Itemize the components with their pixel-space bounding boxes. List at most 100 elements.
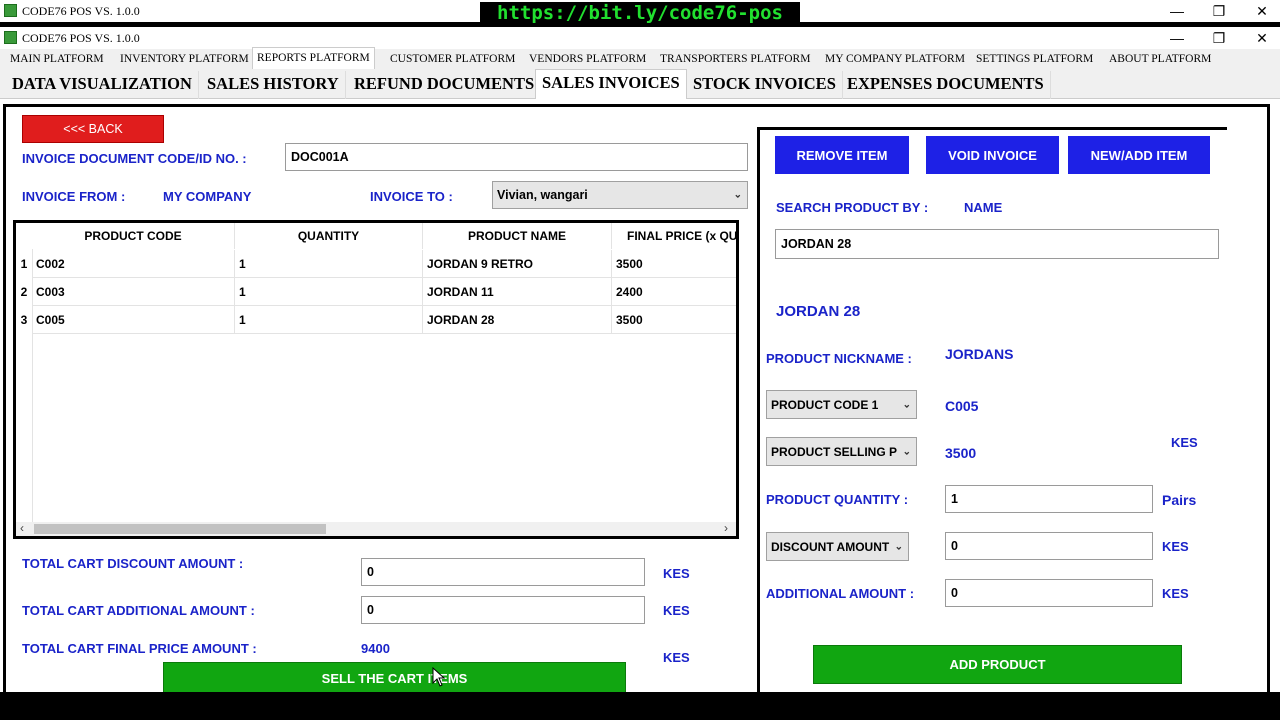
- tab-sales-invoices[interactable]: SALES INVOICES: [535, 69, 687, 99]
- table-cell-name[interactable]: JORDAN 11: [423, 278, 612, 306]
- nickname-label: PRODUCT NICKNAME :: [766, 351, 912, 366]
- discount-amount-field[interactable]: 0: [945, 532, 1153, 560]
- additional-amount-label: ADDITIONAL AMOUNT :: [766, 586, 915, 601]
- row-number: 3: [20, 313, 28, 327]
- menu-transporters-platform[interactable]: TRANSPORTERS PLATFORM: [656, 49, 814, 69]
- platform-menu: MAIN PLATFORM INVENTORY PLATFORM REPORTS…: [0, 47, 1280, 69]
- total-discount-field[interactable]: 0: [361, 558, 645, 586]
- selling-price-select-value: PRODUCT SELLING P: [771, 444, 898, 459]
- title-bar-inner: CODE76 POS VS. 1.0.0 — ❐ ✕: [0, 27, 1280, 49]
- additional-amount-field[interactable]: 0: [945, 579, 1153, 607]
- menu-main-platform[interactable]: MAIN PLATFORM: [6, 49, 108, 69]
- invoice-to-select[interactable]: Vivian, wangari ⌄: [492, 181, 748, 209]
- selling-price-select[interactable]: PRODUCT SELLING P ⌄: [766, 437, 917, 466]
- restore-button[interactable]: ❐: [1204, 2, 1234, 20]
- sell-cart-button[interactable]: SELL THE CART ITEMS: [163, 662, 626, 692]
- discount-amount-select-value: DISCOUNT AMOUNT: [771, 539, 890, 554]
- invoice-to-value: Vivian, wangari: [497, 188, 588, 202]
- total-final-currency: KES: [663, 650, 690, 665]
- tab-expenses-documents[interactable]: EXPENSES DOCUMENTS: [841, 71, 1051, 99]
- product-search-input[interactable]: JORDAN 28: [775, 229, 1219, 259]
- quantity-label: PRODUCT QUANTITY :: [766, 492, 909, 507]
- close-button[interactable]: ✕: [1247, 29, 1277, 47]
- new-item-button[interactable]: NEW/ADD ITEM: [1068, 136, 1210, 174]
- scroll-left-icon[interactable]: ‹: [20, 521, 24, 535]
- remove-item-button[interactable]: REMOVE ITEM: [775, 136, 909, 174]
- cart-table[interactable]: PRODUCT CODE QUANTITY PRODUCT NAME FINAL…: [13, 220, 739, 539]
- product-code-value: C005: [945, 398, 979, 414]
- add-product-button[interactable]: ADD PRODUCT: [813, 645, 1182, 684]
- total-additional-label: TOTAL CART ADDITIONAL AMOUNT :: [22, 603, 255, 618]
- minimize-button[interactable]: —: [1162, 2, 1192, 20]
- tab-refund-documents[interactable]: REFUND DOCUMENTS: [348, 71, 542, 99]
- app-icon: [4, 31, 17, 44]
- search-by-value: NAME: [964, 200, 1003, 215]
- column-header-quantity[interactable]: QUANTITY: [235, 223, 423, 249]
- column-header-final-price[interactable]: FINAL PRICE (x QUAN: [612, 223, 736, 249]
- horizontal-scrollbar[interactable]: ‹ ›: [16, 521, 736, 536]
- content-frame-right: [1267, 104, 1270, 692]
- scrollbar-thumb[interactable]: [34, 524, 326, 534]
- product-code-select[interactable]: PRODUCT CODE 1 ⌄: [766, 390, 917, 419]
- quantity-unit: Pairs: [1162, 492, 1197, 508]
- row-number: 1: [20, 257, 28, 271]
- table-cell-code[interactable]: C005: [32, 306, 235, 334]
- tab-stock-invoices[interactable]: STOCK INVOICES: [687, 71, 843, 99]
- scroll-right-icon[interactable]: ›: [724, 521, 728, 535]
- menu-my-company-platform[interactable]: MY COMPANY PLATFORM: [821, 49, 969, 69]
- content-frame-top: [3, 104, 1270, 107]
- table-cell-price[interactable]: 2400: [612, 278, 736, 306]
- menu-settings-platform[interactable]: SETTINGS PLATFORM: [972, 49, 1097, 69]
- restore-button[interactable]: ❐: [1204, 29, 1234, 47]
- quantity-field[interactable]: 1: [945, 485, 1153, 513]
- table-cell-code[interactable]: C002: [32, 250, 235, 278]
- app-title: CODE76 POS VS. 1.0.0: [22, 4, 140, 18]
- menu-vendors-platform[interactable]: VENDORS PLATFORM: [525, 49, 650, 69]
- selling-price-currency: KES: [1171, 435, 1198, 450]
- content-frame-left: [3, 104, 6, 692]
- invoice-code-label: INVOICE DOCUMENT CODE/ID NO. :: [22, 151, 247, 166]
- nickname-value: JORDANS: [945, 346, 1014, 362]
- search-by-label: SEARCH PRODUCT BY :: [776, 200, 929, 215]
- table-cell-code[interactable]: C003: [32, 278, 235, 306]
- url-banner: https://bit.ly/code76-pos: [480, 2, 800, 24]
- table-cell-name[interactable]: JORDAN 9 RETRO: [423, 250, 612, 278]
- column-header-product-code[interactable]: PRODUCT CODE: [32, 223, 235, 249]
- total-final-label: TOTAL CART FINAL PRICE AMOUNT :: [22, 641, 257, 656]
- table-cell-name[interactable]: JORDAN 28: [423, 306, 612, 334]
- table-cell-quantity[interactable]: 1: [235, 250, 423, 278]
- table-cell-price[interactable]: 3500: [612, 306, 736, 334]
- column-header-product-name[interactable]: PRODUCT NAME: [423, 223, 612, 249]
- tab-data-visualization[interactable]: DATA VISUALIZATION: [6, 71, 199, 99]
- void-invoice-button[interactable]: VOID INVOICE: [926, 136, 1059, 174]
- menu-inventory-platform[interactable]: INVENTORY PLATFORM: [116, 49, 253, 69]
- sub-tabs: DATA VISUALIZATION SALES HISTORY REFUND …: [0, 69, 1280, 99]
- additional-amount-currency: KES: [1162, 586, 1189, 601]
- invoice-to-label: INVOICE TO :: [370, 189, 453, 204]
- minimize-button[interactable]: —: [1162, 29, 1192, 47]
- right-panel-frame-left: [757, 127, 760, 692]
- menu-about-platform[interactable]: ABOUT PLATFORM: [1105, 49, 1215, 69]
- total-additional-field[interactable]: 0: [361, 596, 645, 624]
- back-button[interactable]: <<< BACK: [22, 115, 164, 143]
- total-additional-currency: KES: [663, 603, 690, 618]
- chevron-down-icon: ⌄: [902, 446, 911, 457]
- table-cell-quantity[interactable]: 1: [235, 306, 423, 334]
- discount-amount-select[interactable]: DISCOUNT AMOUNT ⌄: [766, 532, 909, 561]
- total-discount-currency: KES: [663, 566, 690, 581]
- close-button[interactable]: ✕: [1247, 2, 1277, 20]
- table-cell-price[interactable]: 3500: [612, 250, 736, 278]
- product-code-select-value: PRODUCT CODE 1: [771, 397, 879, 412]
- invoice-code-field[interactable]: DOC001A: [285, 143, 748, 171]
- discount-amount-currency: KES: [1162, 539, 1189, 554]
- total-final-value: 9400: [361, 641, 390, 656]
- selling-price-value: 3500: [945, 445, 977, 461]
- chevron-down-icon: ⌄: [733, 189, 742, 201]
- app-window: CODE76 POS VS. 1.0.0 — ❐ ✕ MAIN PLATFORM…: [0, 27, 1280, 692]
- table-cell-quantity[interactable]: 1: [235, 278, 423, 306]
- menu-reports-platform[interactable]: REPORTS PLATFORM: [252, 47, 375, 69]
- menu-customer-platform[interactable]: CUSTOMER PLATFORM: [386, 49, 519, 69]
- product-title: JORDAN 28: [776, 303, 861, 320]
- app-title: CODE76 POS VS. 1.0.0: [22, 31, 140, 45]
- tab-sales-history[interactable]: SALES HISTORY: [201, 71, 346, 99]
